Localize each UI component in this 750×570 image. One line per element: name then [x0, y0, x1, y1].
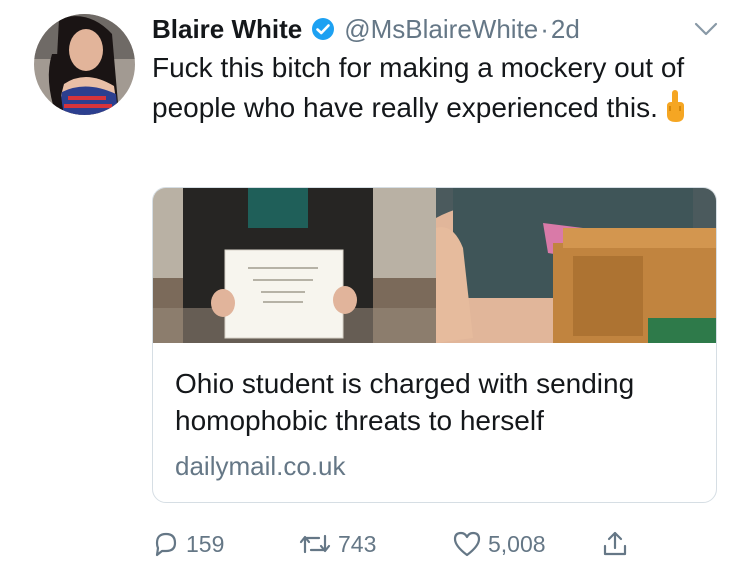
retweet-icon [299, 534, 331, 554]
reply-icon [155, 532, 177, 557]
avatar[interactable] [34, 14, 135, 115]
like-button[interactable]: 5,008 [452, 524, 546, 564]
reply-count: 159 [186, 530, 225, 557]
tweet-header: Blaire White @MsBlaireWhite · 2d [152, 12, 580, 46]
retweet-count: 743 [338, 530, 377, 557]
link-card[interactable]: Ohio student is charged with sending hom… [152, 187, 717, 503]
tweet-actions: 159 743 5,008 [152, 524, 712, 564]
verified-badge-icon [312, 18, 335, 40]
chevron-down-icon[interactable] [693, 20, 719, 38]
reply-button[interactable]: 159 [152, 524, 224, 564]
author-handle[interactable]: @MsBlaireWhite [344, 14, 538, 45]
card-domain[interactable]: dailymail.co.uk [175, 451, 346, 482]
card-title[interactable]: Ohio student is charged with sending hom… [175, 365, 705, 439]
card-image [153, 188, 716, 343]
share-icon [603, 531, 627, 556]
middle-finger-icon [666, 90, 684, 122]
retweet-button[interactable]: 743 [298, 524, 376, 564]
author-name[interactable]: Blaire White [152, 14, 302, 45]
separator-dot: · [540, 13, 549, 44]
like-count: 5,008 [488, 530, 546, 557]
share-button[interactable] [600, 524, 630, 564]
tweet-text: Fuck this bitch for making a mockery out… [152, 48, 732, 128]
tweet-text-content: Fuck this bitch for making a mockery out… [152, 52, 685, 123]
heart-icon [453, 531, 481, 557]
tweet-timestamp[interactable]: 2d [551, 14, 580, 45]
